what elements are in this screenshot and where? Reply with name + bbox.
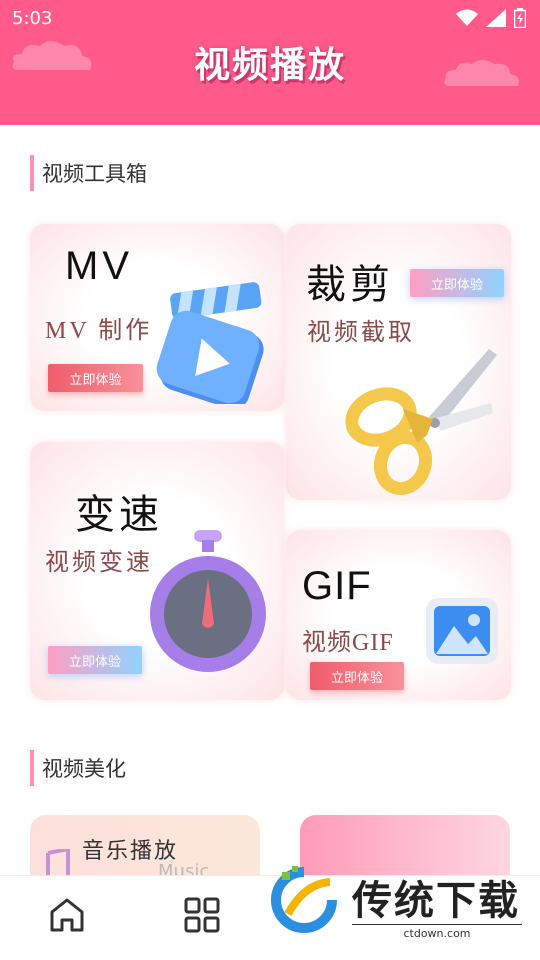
app-screen: { "status_bar": {"time": "5:03"}, "heade… [0, 0, 540, 960]
nav-home[interactable] [48, 896, 86, 938]
mv-card[interactable]: MV MV 制作 立即体验 [30, 224, 284, 411]
speed-try-button[interactable]: 立即体验 [48, 646, 142, 674]
watermark-logo-icon [271, 866, 337, 933]
section-beautify-label: 视频美化 [30, 750, 126, 786]
page-title: 视频播放 [193, 45, 346, 86]
speed-card[interactable]: 变速 视频变速 立即体验 [30, 442, 284, 700]
gif-card[interactable]: GIF 视频GIF 立即体验 [286, 530, 511, 700]
scissors-icon [345, 349, 497, 496]
grid-icon [184, 897, 220, 933]
clapperboard-icon [156, 282, 264, 404]
mv-try-button[interactable]: 立即体验 [48, 364, 143, 392]
gif-try-button[interactable]: 立即体验 [310, 662, 404, 690]
status-icons [456, 8, 526, 28]
header: 5:03 视频播放 [0, 0, 540, 125]
gif-card-subtitle: 视频GIF [302, 630, 394, 656]
home-icon [50, 898, 84, 932]
watermark-name: 传统下载 [352, 878, 520, 924]
speed-card-subtitle: 视频变速 [45, 550, 153, 576]
cut-try-button[interactable]: 立即体验 [410, 269, 504, 297]
watermark: 传统下载 ctdown.com [268, 858, 528, 948]
mv-card-title: MV [65, 244, 133, 288]
gif-card-title: GIF [302, 564, 372, 608]
signal-icon [486, 9, 506, 27]
status-time: 5:03 [12, 8, 53, 29]
nav-apps[interactable] [183, 896, 221, 938]
wifi-icon [456, 9, 478, 26]
mv-card-subtitle: MV 制作 [45, 318, 153, 344]
battery-icon [514, 8, 526, 28]
cut-card[interactable]: 裁剪 立即体验 视频截取 [286, 224, 511, 500]
stopwatch-icon [150, 530, 266, 672]
watermark-url: ctdown.com [352, 924, 522, 940]
image-icon [426, 598, 498, 664]
cut-card-title: 裁剪 [306, 262, 394, 307]
section-toolbox-label: 视频工具箱 [30, 155, 147, 191]
